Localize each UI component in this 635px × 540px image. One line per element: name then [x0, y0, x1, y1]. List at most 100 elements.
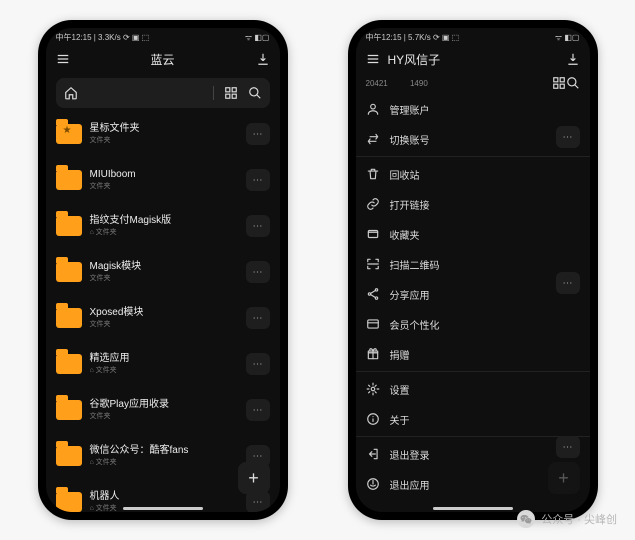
phone-left: 中午12:15 | 3.3K/s ⟳ ▣ ⬚ ᯤ ◧▢ 蓝云 星标文件夹文件夹⋯… [38, 20, 288, 520]
folder-text: Xposed模块文件夹 [90, 307, 238, 329]
grid-icon[interactable] [224, 86, 238, 100]
add-button[interactable]: + [238, 462, 270, 494]
info-icon [366, 412, 380, 426]
folder-name: Magisk模块 [90, 261, 238, 273]
menu-label: 回收站 [390, 167, 420, 182]
menu-label: 退出登录 [390, 447, 430, 462]
watermark-text: 公众号 · 尖峰创 [541, 511, 617, 527]
more-button[interactable]: ⋯ [246, 353, 270, 375]
folder-text: 指纹支付Magisk版⌂ 文件夹 [90, 215, 238, 237]
menu-label: 扫描二维码 [390, 257, 440, 272]
more-button[interactable]: ⋯ [246, 169, 270, 191]
menu-label: 切换账号 [390, 132, 430, 147]
grid-icon[interactable] [552, 76, 566, 90]
title-bar: HY风信子 [356, 46, 590, 72]
folder-row[interactable]: Xposed模块文件夹 ⋯ [56, 298, 270, 338]
more-button[interactable]: ⋯ [246, 261, 270, 283]
nav-handle[interactable] [433, 507, 513, 510]
folder-meta: 文件夹 [90, 319, 238, 329]
folder-text: MIUIboom文件夹 [90, 169, 238, 191]
menu-icon[interactable] [56, 52, 70, 66]
folder-row[interactable]: Magisk模块文件夹⋯ [56, 252, 270, 292]
gift-icon [366, 347, 380, 361]
title-bar: 蓝云 [46, 46, 280, 72]
status-left: 中午12:15 | 5.7K/s ⟳ ▣ ⬚ [366, 32, 460, 43]
more-button-3[interactable]: ⋯ [556, 436, 580, 458]
menu-label: 设置 [390, 382, 410, 397]
menu-separator [356, 156, 590, 157]
menu-label: 打开链接 [390, 197, 430, 212]
download-icon[interactable] [256, 52, 270, 66]
menu-label: 管理账户 [390, 102, 430, 117]
menu-item-gear[interactable]: 设置 [366, 374, 580, 404]
menu-item-trash[interactable]: 回收站 [366, 159, 580, 189]
folder-name: 星标文件夹 [90, 123, 238, 135]
folder-meta: 文件夹 [90, 181, 238, 191]
app-title: HY风信子 [388, 51, 441, 68]
menu-label: 会员个性化 [390, 317, 440, 332]
download-icon[interactable] [566, 52, 580, 66]
status-right: ᯤ ◧▢ [555, 32, 580, 43]
menu-item-logout[interactable]: 退出登录 [366, 439, 580, 469]
folder-name: 谷歌Play应用收录 [90, 399, 238, 411]
file-list: 星标文件夹文件夹⋯MIUIboom文件夹⋯指纹支付Magisk版⌂ 文件夹⋯Ma… [46, 114, 280, 512]
more-button-2[interactable]: ⋯ [556, 272, 580, 294]
home-icon[interactable] [64, 86, 78, 100]
menu-item-account[interactable]: 管理账户 [366, 94, 580, 124]
folder-icon [56, 216, 82, 236]
menu-item-swap[interactable]: 切换账号 [366, 124, 580, 154]
folder-name: Xposed模块 [90, 307, 238, 319]
menu-item-vip[interactable]: 会员个性化 [366, 309, 580, 339]
search-icon[interactable] [248, 86, 262, 100]
more-button[interactable]: ⋯ [246, 307, 270, 329]
side-menu: 管理账户切换账号回收站打开链接收藏夹扫描二维码分享应用会员个性化捐赠设置关于退出… [356, 94, 590, 512]
status-left: 中午12:15 | 3.3K/s ⟳ ▣ ⬚ [56, 32, 150, 43]
menu-item-scan[interactable]: 扫描二维码 [366, 249, 580, 279]
folder-meta: 文件夹 [90, 135, 238, 145]
folder-name: 机器人 [90, 491, 238, 503]
exit-icon [366, 477, 380, 491]
folder-icon [56, 492, 82, 512]
folder-icon [56, 170, 82, 190]
phone-right: 中午12:15 | 5.7K/s ⟳ ▣ ⬚ ᯤ ◧▢ HY风信子 20421 … [348, 20, 598, 520]
folder-text: 微信公众号：酷客fans⌂ 文件夹 [90, 445, 238, 467]
folder-icon [56, 446, 82, 466]
folder-name: MIUIboom [90, 169, 238, 181]
folder-row[interactable]: MIUIboom文件夹 ⋯ [56, 160, 270, 200]
folder-row[interactable]: 精选应用⌂ 文件夹 ⋯ [56, 344, 270, 384]
menu-item-bookmark[interactable]: 收藏夹 [366, 219, 580, 249]
folder-row[interactable]: 指纹支付Magisk版⌂ 文件夹 ⋯ [56, 206, 270, 246]
folder-name: 微信公众号：酷客fans [90, 445, 238, 457]
folder-icon [56, 400, 82, 420]
nav-pill [56, 78, 270, 108]
more-button[interactable]: ⋯ [246, 123, 270, 145]
swap-icon [366, 132, 380, 146]
share-icon [366, 287, 380, 301]
folder-name: 精选应用 [90, 353, 238, 365]
menu-label: 分享应用 [390, 287, 430, 302]
more-button-1[interactable]: ⋯ [556, 126, 580, 148]
folder-text: 精选应用⌂ 文件夹 [90, 353, 238, 375]
menu-item-info[interactable]: 关于 [366, 404, 580, 434]
more-button[interactable]: ⋯ [246, 215, 270, 237]
folder-icon [56, 124, 82, 144]
folder-icon [56, 262, 82, 282]
more-button[interactable]: ⋯ [246, 399, 270, 421]
menu-icon[interactable] [366, 52, 380, 66]
folder-icon [56, 308, 82, 328]
menu-item-gift[interactable]: 捐赠 [366, 339, 580, 369]
menu-separator [356, 436, 590, 437]
menu-item-link[interactable]: 打开链接 [366, 189, 580, 219]
status-bar: 中午12:15 | 5.7K/s ⟳ ▣ ⬚ ᯤ ◧▢ [356, 28, 590, 46]
nav-handle[interactable] [123, 507, 203, 510]
folder-row[interactable]: 谷歌Play应用收录文件夹⋯ [56, 390, 270, 430]
vip-icon [366, 317, 380, 331]
status-right: ᯤ ◧▢ [245, 32, 270, 43]
more-button[interactable]: ⋯ [246, 491, 270, 512]
menu-label: 收藏夹 [390, 227, 420, 242]
folder-row[interactable]: 星标文件夹文件夹 ⋯ [56, 114, 270, 154]
menu-separator [356, 371, 590, 372]
menu-item-share[interactable]: 分享应用 [366, 279, 580, 309]
add-button[interactable]: + [548, 462, 580, 494]
search-icon[interactable] [566, 76, 580, 90]
